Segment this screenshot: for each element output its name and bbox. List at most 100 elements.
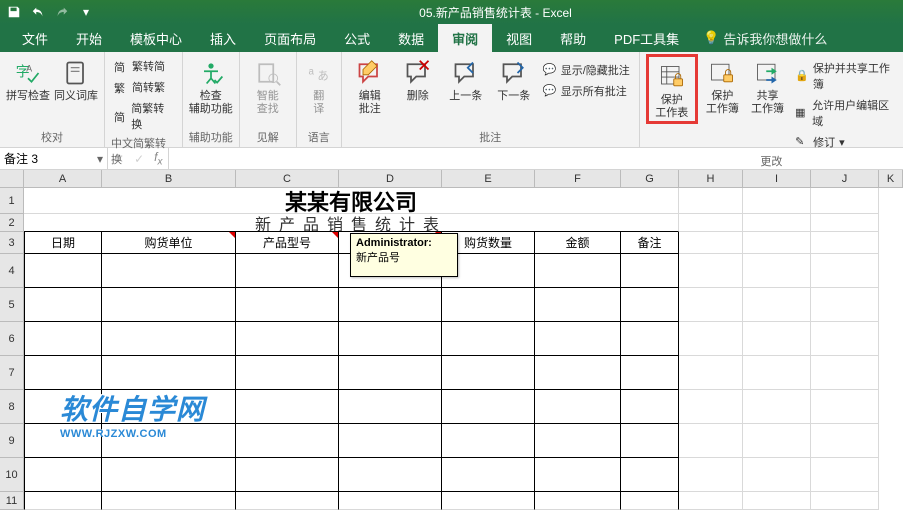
check-accessibility-button[interactable]: 检查 辅助功能	[189, 54, 233, 116]
cell[interactable]	[535, 356, 621, 390]
row-header[interactable]: 10	[0, 458, 24, 492]
cell-header-customer[interactable]: 购货单位	[102, 232, 236, 254]
row-header[interactable]: 7	[0, 356, 24, 390]
tab-view[interactable]: 视图	[492, 24, 546, 52]
cell[interactable]	[679, 254, 743, 288]
col-header[interactable]: E	[442, 170, 535, 187]
cell[interactable]	[811, 254, 879, 288]
smart-lookup-button[interactable]: 智能 查找	[246, 54, 290, 116]
cell[interactable]	[621, 322, 679, 356]
cell[interactable]	[236, 288, 339, 322]
cell[interactable]	[679, 356, 743, 390]
cell[interactable]	[535, 254, 621, 288]
cell[interactable]	[535, 458, 621, 492]
select-all-corner[interactable]	[0, 170, 24, 187]
cell[interactable]	[236, 322, 339, 356]
cell[interactable]	[679, 424, 743, 458]
cell[interactable]	[535, 492, 621, 510]
cell[interactable]	[24, 322, 102, 356]
cell[interactable]	[743, 322, 811, 356]
cell[interactable]	[679, 232, 743, 254]
col-header[interactable]: K	[879, 170, 903, 187]
cell[interactable]	[535, 322, 621, 356]
protect-workbook-button[interactable]: 保护 工作簿	[702, 54, 743, 116]
cell-title[interactable]: 某某有限公司	[24, 188, 679, 214]
cell[interactable]	[811, 458, 879, 492]
cell[interactable]	[621, 356, 679, 390]
cell[interactable]	[811, 288, 879, 322]
tab-review[interactable]: 审阅	[438, 24, 492, 52]
cell[interactable]	[621, 424, 679, 458]
cell-header-model[interactable]: 产品型号	[236, 232, 339, 254]
cell[interactable]	[24, 288, 102, 322]
cell-header-remark[interactable]: 备注	[621, 232, 679, 254]
qat-customize-icon[interactable]: ▾	[78, 4, 94, 20]
share-workbook-button[interactable]: 共享 工作簿	[747, 54, 788, 116]
col-header[interactable]: H	[679, 170, 743, 187]
cell[interactable]	[811, 424, 879, 458]
tell-me[interactable]: 💡 告诉我你想做什么	[693, 24, 837, 52]
translate-button[interactable]: aあ 翻 译	[303, 54, 335, 116]
showhide-comment-button[interactable]: 💬显示/隐藏批注	[540, 60, 633, 80]
col-header[interactable]: I	[743, 170, 811, 187]
row-header[interactable]: 3	[0, 232, 24, 254]
cell[interactable]	[339, 390, 442, 424]
cell[interactable]	[339, 288, 442, 322]
cell-header-amount[interactable]: 金额	[535, 232, 621, 254]
tab-home[interactable]: 开始	[62, 24, 116, 52]
cell[interactable]	[743, 254, 811, 288]
cell[interactable]	[743, 492, 811, 510]
cell[interactable]	[442, 458, 535, 492]
prev-comment-button[interactable]: 上一条	[444, 54, 488, 103]
cell[interactable]	[811, 356, 879, 390]
cell[interactable]	[24, 356, 102, 390]
row-header[interactable]: 11	[0, 492, 24, 510]
cell[interactable]	[743, 458, 811, 492]
tab-template[interactable]: 模板中心	[116, 24, 196, 52]
cell-header-date[interactable]: 日期	[24, 232, 102, 254]
cell[interactable]	[339, 356, 442, 390]
cell[interactable]	[442, 390, 535, 424]
cell[interactable]	[811, 322, 879, 356]
tab-formula[interactable]: 公式	[330, 24, 384, 52]
cell[interactable]	[621, 390, 679, 424]
row-header[interactable]: 5	[0, 288, 24, 322]
cancel-formula-icon[interactable]: ✕	[114, 152, 124, 166]
cell[interactable]	[102, 288, 236, 322]
cell[interactable]	[621, 458, 679, 492]
enter-formula-icon[interactable]: ✓	[134, 152, 144, 166]
cell[interactable]	[102, 322, 236, 356]
row-header[interactable]: 9	[0, 424, 24, 458]
cell[interactable]	[442, 492, 535, 510]
cell[interactable]	[236, 356, 339, 390]
cell[interactable]	[811, 232, 879, 254]
cell[interactable]	[743, 356, 811, 390]
cell[interactable]	[621, 254, 679, 288]
tab-help[interactable]: 帮助	[546, 24, 600, 52]
spellcheck-button[interactable]: 字A 拼写检查	[6, 54, 50, 103]
redo-icon[interactable]	[54, 4, 70, 20]
cell[interactable]	[236, 254, 339, 288]
cell[interactable]	[811, 188, 879, 214]
tab-pdf[interactable]: PDF工具集	[600, 24, 693, 52]
row-header[interactable]: 2	[0, 214, 24, 232]
cell[interactable]	[102, 356, 236, 390]
col-header[interactable]: D	[339, 170, 442, 187]
cell[interactable]	[339, 458, 442, 492]
delete-comment-button[interactable]: 删除	[396, 54, 440, 103]
name-box[interactable]: 备注 3 ▾	[0, 148, 108, 169]
cell[interactable]	[679, 390, 743, 424]
cell[interactable]	[743, 232, 811, 254]
cell[interactable]	[621, 288, 679, 322]
cell[interactable]	[236, 390, 339, 424]
cell[interactable]	[743, 188, 811, 214]
simp-to-trad-button[interactable]: 繁简转繁	[111, 77, 176, 97]
cell[interactable]	[236, 492, 339, 510]
cell[interactable]	[236, 458, 339, 492]
cell[interactable]	[679, 288, 743, 322]
cell[interactable]	[743, 288, 811, 322]
cell[interactable]	[24, 458, 102, 492]
row-header[interactable]: 1	[0, 188, 24, 214]
cell[interactable]	[811, 390, 879, 424]
cell[interactable]	[535, 424, 621, 458]
